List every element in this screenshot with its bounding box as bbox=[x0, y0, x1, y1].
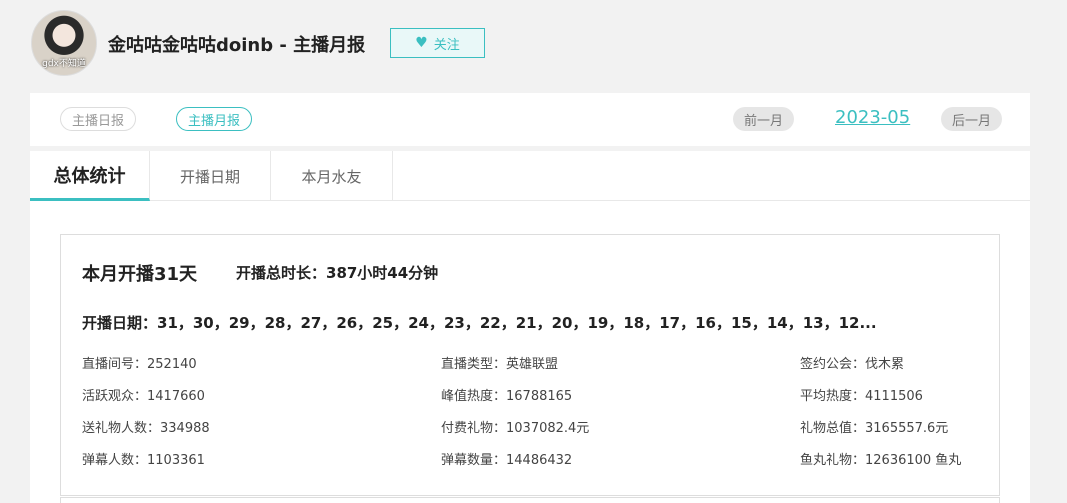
report-panel: 总体统计 开播日期 本月水友 本月开播31天 开播总时长：387小时44分钟 开… bbox=[30, 151, 1030, 503]
tab-bar: 总体统计 开播日期 本月水友 bbox=[30, 151, 1030, 201]
gift-senders: 送礼物人数：334988 bbox=[82, 421, 210, 436]
stats-card: 本月开播31天 开播总时长：387小时44分钟 开播日期：31，30，29，28… bbox=[60, 234, 1000, 496]
paid-gifts: 付费礼物：1037082.4元 bbox=[441, 421, 590, 436]
live-category: 直播类型：英雄联盟 bbox=[441, 357, 559, 372]
page-title: 金咕咕金咕咕doinb - 主播月报 bbox=[108, 35, 366, 56]
follow-label: 关注 bbox=[433, 37, 460, 53]
next-card bbox=[60, 497, 1000, 503]
tab-overall-stats[interactable]: 总体统计 bbox=[30, 151, 150, 201]
danmaku-users: 弹幕人数：1103361 bbox=[82, 453, 205, 468]
total-duration: 开播总时长：387小时44分钟 bbox=[236, 264, 439, 282]
next-month-button[interactable]: 后一月 bbox=[941, 107, 1003, 131]
heart-icon: ♥ bbox=[415, 35, 428, 51]
live-dates: 开播日期：31，30，29，28，27，26，25，24，23，22，21，20… bbox=[82, 314, 877, 332]
daily-report-button[interactable]: 主播日报 bbox=[60, 107, 137, 131]
fishball-gifts: 鱼丸礼物：12636100 鱼丸 bbox=[800, 453, 962, 468]
danmaku-count: 弹幕数量：14486432 bbox=[441, 453, 573, 468]
streamer-header: gdx不知道 金咕咕金咕咕doinb - 主播月报 ♥ 关注 bbox=[0, 0, 1067, 92]
peak-heat: 峰值热度：16788165 bbox=[441, 389, 573, 404]
guild: 签约公会：伐木累 bbox=[800, 357, 905, 372]
tab-live-dates[interactable]: 开播日期 bbox=[150, 151, 271, 201]
avatar-caption: gdx不知道 bbox=[42, 59, 86, 69]
monthly-report-button[interactable]: 主播月报 bbox=[176, 107, 253, 131]
avatar[interactable]: gdx不知道 bbox=[31, 10, 97, 76]
follow-button[interactable]: ♥ 关注 bbox=[390, 28, 485, 58]
days-live: 本月开播31天 bbox=[82, 264, 198, 285]
gift-total: 礼物总值：3165557.6元 bbox=[800, 421, 949, 436]
current-month-link[interactable]: 2023-05 bbox=[835, 107, 910, 128]
tab-monthly-fans[interactable]: 本月水友 bbox=[271, 151, 393, 201]
report-toolbar: 主播日报 主播月报 前一月 2023-05 后一月 bbox=[30, 93, 1030, 146]
average-heat: 平均热度：4111506 bbox=[800, 389, 923, 404]
room-id: 直播间号：252140 bbox=[82, 357, 197, 372]
prev-month-button[interactable]: 前一月 bbox=[733, 107, 795, 131]
active-viewers: 活跃观众：1417660 bbox=[82, 389, 205, 404]
